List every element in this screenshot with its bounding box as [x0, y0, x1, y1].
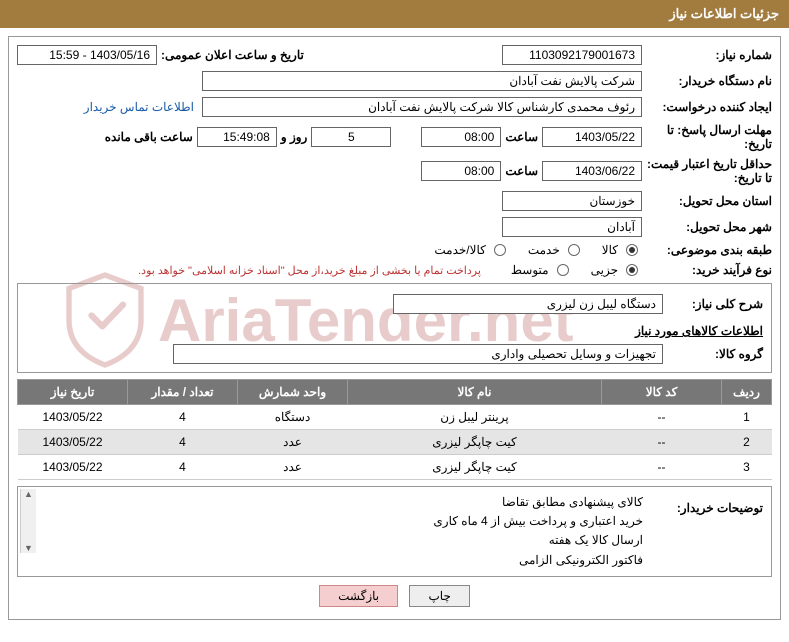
- buyer-org-field: شرکت پالایش نفت آبادان: [202, 71, 642, 91]
- validity-label: حداقل تاریخ اعتبار قیمت: تا تاریخ:: [642, 157, 772, 185]
- city-field: آبادان: [502, 217, 642, 237]
- city-label: شهر محل تحویل:: [642, 220, 772, 234]
- time-label-2: ساعت: [501, 164, 542, 178]
- scrollbar[interactable]: ▲ ▼: [20, 489, 36, 553]
- th-name: نام کالا: [348, 380, 602, 405]
- req-no-field: 1103092179001673: [502, 45, 642, 65]
- summary-section: شرح کلی نیاز: دستگاه لیبل زن لیزری اطلاع…: [17, 283, 772, 373]
- process-note: پرداخت تمام یا بخشی از مبلغ خرید،از محل …: [138, 264, 481, 277]
- radio-motavaset[interactable]: [557, 264, 569, 276]
- radio-kala-khadmat-label: کالا/خدمت: [434, 243, 485, 257]
- items-table: ردیف کد کالا نام کالا واحد شمارش تعداد /…: [17, 379, 772, 480]
- buyer-notes-label: توضیحات خریدار:: [643, 493, 763, 570]
- buyer-org-label: نام دستگاه خریدار:: [642, 74, 772, 88]
- table-row: 3 -- کیت چاپگر لیزری عدد 4 1403/05/22: [18, 455, 772, 480]
- province-field: خوزستان: [502, 191, 642, 211]
- back-button[interactable]: بازگشت: [319, 585, 398, 607]
- reply-deadline-label: مهلت ارسال پاسخ: تا تاریخ:: [642, 123, 772, 151]
- th-date: تاریخ نیاز: [18, 380, 128, 405]
- class-label: طبقه بندی موضوعی:: [642, 243, 772, 257]
- province-label: استان محل تحویل:: [642, 194, 772, 208]
- th-qty: تعداد / مقدار: [128, 380, 238, 405]
- print-button[interactable]: چاپ: [409, 585, 469, 607]
- reply-time-field: 08:00: [421, 127, 501, 147]
- th-code: کد کالا: [602, 380, 722, 405]
- th-unit: واحد شمارش: [238, 380, 348, 405]
- radio-jozi-label: جزیی: [591, 263, 618, 277]
- radio-khadmat-label: خدمت: [528, 243, 560, 257]
- group-label: گروه کالا:: [663, 347, 763, 361]
- items-section-title: اطلاعات کالاهای مورد نیاز: [26, 324, 763, 338]
- summary-field: دستگاه لیبل زن لیزری: [393, 294, 663, 314]
- requester-label: ایجاد کننده درخواست:: [642, 100, 772, 114]
- buyer-notes-box: ▲ ▼ توضیحات خریدار: کالای پیشنهادی مطابق…: [17, 486, 772, 577]
- th-row: ردیف: [722, 380, 772, 405]
- contact-link[interactable]: اطلاعات تماس خریدار: [84, 100, 194, 114]
- table-row: 2 -- کیت چاپگر لیزری عدد 4 1403/05/22: [18, 430, 772, 455]
- radio-kala-label: کالا: [602, 243, 618, 257]
- main-form: شماره نیاز: 1103092179001673 تاریخ و ساع…: [8, 36, 781, 620]
- table-row: 1 -- پرینتر لیبل زن دستگاه 4 1403/05/22: [18, 405, 772, 430]
- radio-kala[interactable]: [626, 244, 638, 256]
- page-title: جزئیات اطلاعات نیاز: [0, 0, 789, 28]
- requester-field: رئوف محمدی کارشناس کالا شرکت پالایش نفت …: [202, 97, 642, 117]
- radio-kala-khadmat[interactable]: [494, 244, 506, 256]
- validity-date-field: 1403/06/22: [542, 161, 642, 181]
- validity-time-field: 08:00: [421, 161, 501, 181]
- buyer-notes-content: کالای پیشنهادی مطابق تقاضا خرید اعتباری …: [26, 493, 643, 570]
- radio-jozi[interactable]: [626, 264, 638, 276]
- days-and-label: روز و: [277, 130, 312, 144]
- days-field: 5: [311, 127, 391, 147]
- radio-khadmat[interactable]: [568, 244, 580, 256]
- process-label: نوع فرآیند خرید:: [642, 263, 772, 277]
- req-no-label: شماره نیاز:: [642, 48, 772, 62]
- time-label-1: ساعت: [501, 130, 542, 144]
- group-field: تجهیزات و وسایل تحصیلی واداری: [173, 344, 663, 364]
- remaining-time-field: 15:49:08: [197, 127, 277, 147]
- radio-motavaset-label: متوسط: [511, 263, 549, 277]
- announce-label: تاریخ و ساعت اعلان عمومی:: [157, 48, 308, 62]
- reply-date-field: 1403/05/22: [542, 127, 642, 147]
- announce-field: 1403/05/16 - 15:59: [17, 45, 157, 65]
- remaining-label: ساعت باقی مانده: [101, 130, 197, 144]
- summary-label: شرح کلی نیاز:: [663, 297, 763, 311]
